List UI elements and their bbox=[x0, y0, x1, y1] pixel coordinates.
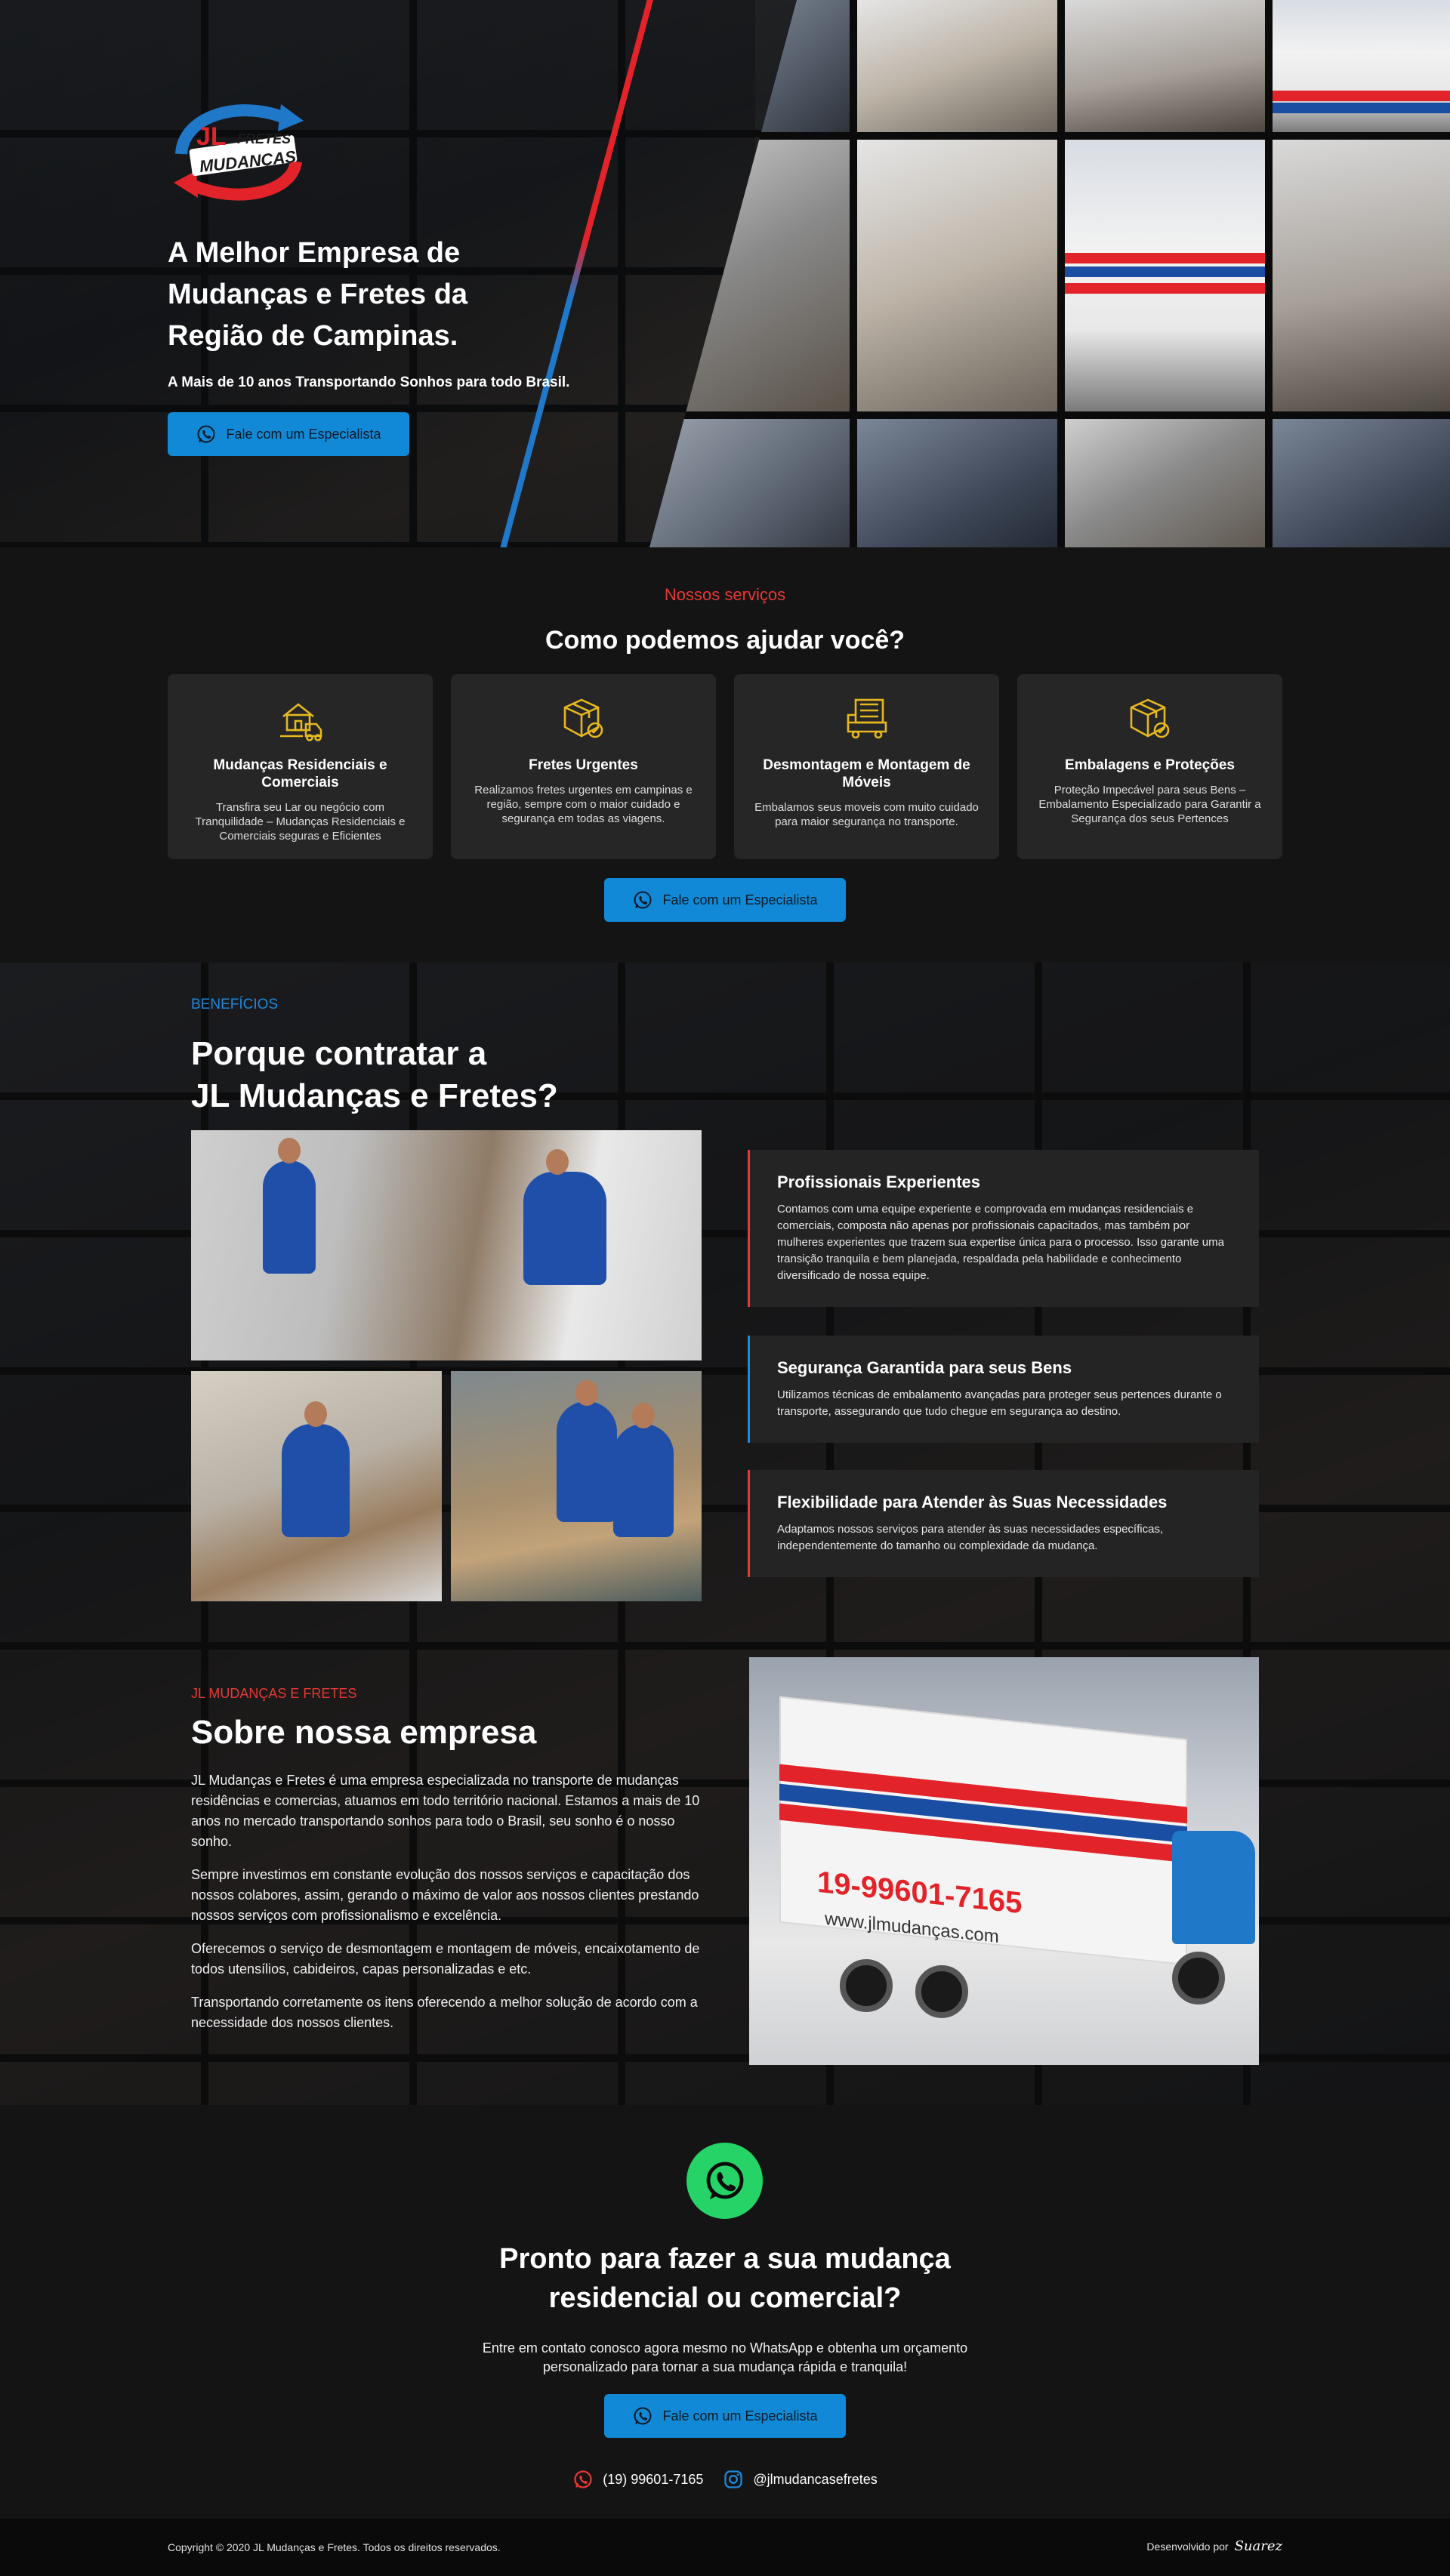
services-specialist-button[interactable]: Fale com um Especialista bbox=[604, 878, 846, 922]
service-card-text: Embalamos seus moveis com muito cuidado … bbox=[754, 801, 979, 828]
copyright-text: Copyright © 2020 JL Mudanças e Fretes. T… bbox=[168, 2541, 501, 2553]
contact-links: (19) 99601-7165 @jlmudancasefretes bbox=[0, 2469, 1450, 2490]
service-card-title: Fretes Urgentes bbox=[529, 757, 638, 773]
instagram-handle: @jlmudancasefretes bbox=[753, 2471, 878, 2487]
developer-signature-logo: Suarez bbox=[1234, 2538, 1282, 2554]
photo-tile bbox=[1273, 140, 1450, 411]
phone-link[interactable]: (19) 99601-7165 bbox=[572, 2469, 703, 2490]
photo-tile bbox=[649, 419, 850, 547]
hero-specialist-button[interactable]: Fale com um Especialista bbox=[168, 412, 409, 456]
service-card: Mudanças Residenciais e Comerciais Trans… bbox=[168, 674, 433, 859]
about-eyebrow: JL MUDANÇAS E FRETES bbox=[191, 1686, 357, 1701]
service-card-text: Realizamos fretes urgentes em campinas e… bbox=[474, 784, 693, 825]
benefit-text: Adaptamos nossos serviços para atender à… bbox=[777, 1523, 1164, 1552]
svg-text:JL: JL bbox=[196, 122, 227, 151]
phone-number: (19) 99601-7165 bbox=[603, 2471, 704, 2487]
benefits-title: Porque contratar a JL Mudanças e Fretes? bbox=[191, 1035, 558, 1114]
photo-tile bbox=[857, 140, 1057, 411]
photo-tile-truck bbox=[1065, 140, 1265, 411]
benefit-text: Contamos com uma equipe experiente e com… bbox=[777, 1203, 1224, 1282]
service-card: Fretes Urgentes Realizamos fretes urgent… bbox=[451, 674, 716, 859]
services-eyebrow: Nossos serviços bbox=[664, 585, 786, 604]
about-text: JL Mudanças e Fretes é uma empresa espec… bbox=[191, 1770, 705, 2046]
photo-tile bbox=[1273, 419, 1450, 547]
photo-tile bbox=[857, 419, 1057, 547]
house-truck-icon bbox=[279, 703, 322, 741]
service-card-title: Embalagens e Proteções bbox=[1065, 757, 1235, 773]
developer-label: Desenvolvido por bbox=[1146, 2540, 1229, 2553]
package-shield-icon bbox=[1130, 698, 1169, 738]
service-card: Desmontagem e Montagem de Móveis Embalam… bbox=[734, 674, 999, 859]
hero-section: JL FRETES MUDANÇAS A Melhor Empresa de M… bbox=[0, 0, 1450, 547]
photo-tile bbox=[1273, 0, 1450, 132]
service-card-title: Mudanças Residenciais e Comerciais bbox=[213, 757, 387, 790]
benefit-card: Segurança Garantida para seus Bens Utili… bbox=[748, 1336, 1259, 1443]
company-truck-photo: 19-99601-7165 www.jlmudanças.com bbox=[749, 1657, 1259, 2065]
whatsapp-icon[interactable] bbox=[686, 2143, 763, 2219]
about-paragraph: Sempre investimos em constante evolução … bbox=[191, 1867, 699, 1923]
benefit-card: Profissionais Experientes Contamos com u… bbox=[748, 1150, 1259, 1307]
team-photo-living-room bbox=[191, 1130, 702, 1360]
photo-tile bbox=[857, 0, 1057, 132]
developer-credit[interactable]: Desenvolvido por Suarez bbox=[1146, 2538, 1282, 2554]
service-card-text: Transfira seu Lar ou negócio com Tranqui… bbox=[195, 801, 406, 843]
whatsapp-icon bbox=[574, 2470, 592, 2488]
instagram-link[interactable]: @jlmudancasefretes bbox=[723, 2469, 878, 2490]
cta-text: Entre em contato conosco agora mesmo no … bbox=[482, 2340, 968, 2374]
benefits-section: BENEFÍCIOS Porque contratar a JL Mudanças… bbox=[0, 963, 1450, 2105]
service-card-title: Desmontagem e Montagem de Móveis bbox=[763, 757, 970, 790]
furniture-truck-icon bbox=[847, 698, 887, 739]
footer: Copyright © 2020 JL Mudanças e Fretes. T… bbox=[0, 2519, 1450, 2576]
cta-button-label: Fale com um Especialista bbox=[662, 2408, 818, 2423]
svg-text:FRETES: FRETES bbox=[237, 131, 291, 146]
benefit-title: Segurança Garantida para seus Bens bbox=[777, 1358, 1072, 1377]
benefit-title: Flexibilidade para Atender às Suas Neces… bbox=[777, 1493, 1168, 1511]
whatsapp-icon bbox=[634, 2407, 652, 2425]
benefits-eyebrow: BENEFÍCIOS bbox=[191, 997, 279, 1012]
hero-subtitle: A Mais de 10 anos Transportando Sonhos p… bbox=[168, 374, 570, 390]
hero-title: A Melhor Empresa de Mudanças e Fretes da… bbox=[168, 237, 468, 352]
services-cards: Mudanças Residenciais e Comerciais Trans… bbox=[168, 674, 1282, 859]
benefit-title: Profissionais Experientes bbox=[777, 1172, 980, 1191]
team-photo-boxes bbox=[451, 1371, 702, 1601]
contact-cta-section: Pronto para fazer a sua mudança residenci… bbox=[0, 2105, 1450, 2519]
about-paragraph: Transportando corretamente os itens ofer… bbox=[191, 1995, 698, 2030]
photo-tile bbox=[1065, 419, 1265, 547]
about-paragraph: Oferecemos o serviço de desmontagem e mo… bbox=[191, 1941, 700, 1977]
benefit-card: Flexibilidade para Atender às Suas Neces… bbox=[748, 1470, 1259, 1577]
service-card: Embalagens e Proteções Proteção Impecáve… bbox=[1017, 674, 1282, 859]
box-check-icon bbox=[563, 698, 603, 738]
whatsapp-icon bbox=[197, 425, 216, 443]
services-button-label: Fale com um Especialista bbox=[662, 892, 818, 907]
service-card-text: Proteção Impecável para seus Bens – Emba… bbox=[1038, 784, 1261, 825]
whatsapp-icon bbox=[634, 891, 652, 909]
photo-tile bbox=[1065, 0, 1265, 132]
about-paragraph: JL Mudanças e Fretes é uma empresa espec… bbox=[191, 1773, 700, 1849]
company-logo[interactable]: JL FRETES MUDANÇAS bbox=[168, 95, 310, 205]
cta-title: Pronto para fazer a sua mudança residenci… bbox=[499, 2243, 951, 2314]
instagram-icon bbox=[724, 2470, 743, 2488]
cta-specialist-button[interactable]: Fale com um Especialista bbox=[604, 2394, 846, 2438]
benefit-text: Utilizamos técnicas de embalamento avanç… bbox=[777, 1388, 1222, 1418]
services-title: Como podemos ajudar você? bbox=[545, 626, 905, 655]
about-title: Sobre nossa empresa bbox=[191, 1714, 537, 1751]
team-photo-wrapping bbox=[191, 1371, 442, 1601]
services-section: Nossos serviços Como podemos ajudar você… bbox=[0, 547, 1450, 963]
hero-button-label: Fale com um Especialista bbox=[226, 426, 381, 442]
